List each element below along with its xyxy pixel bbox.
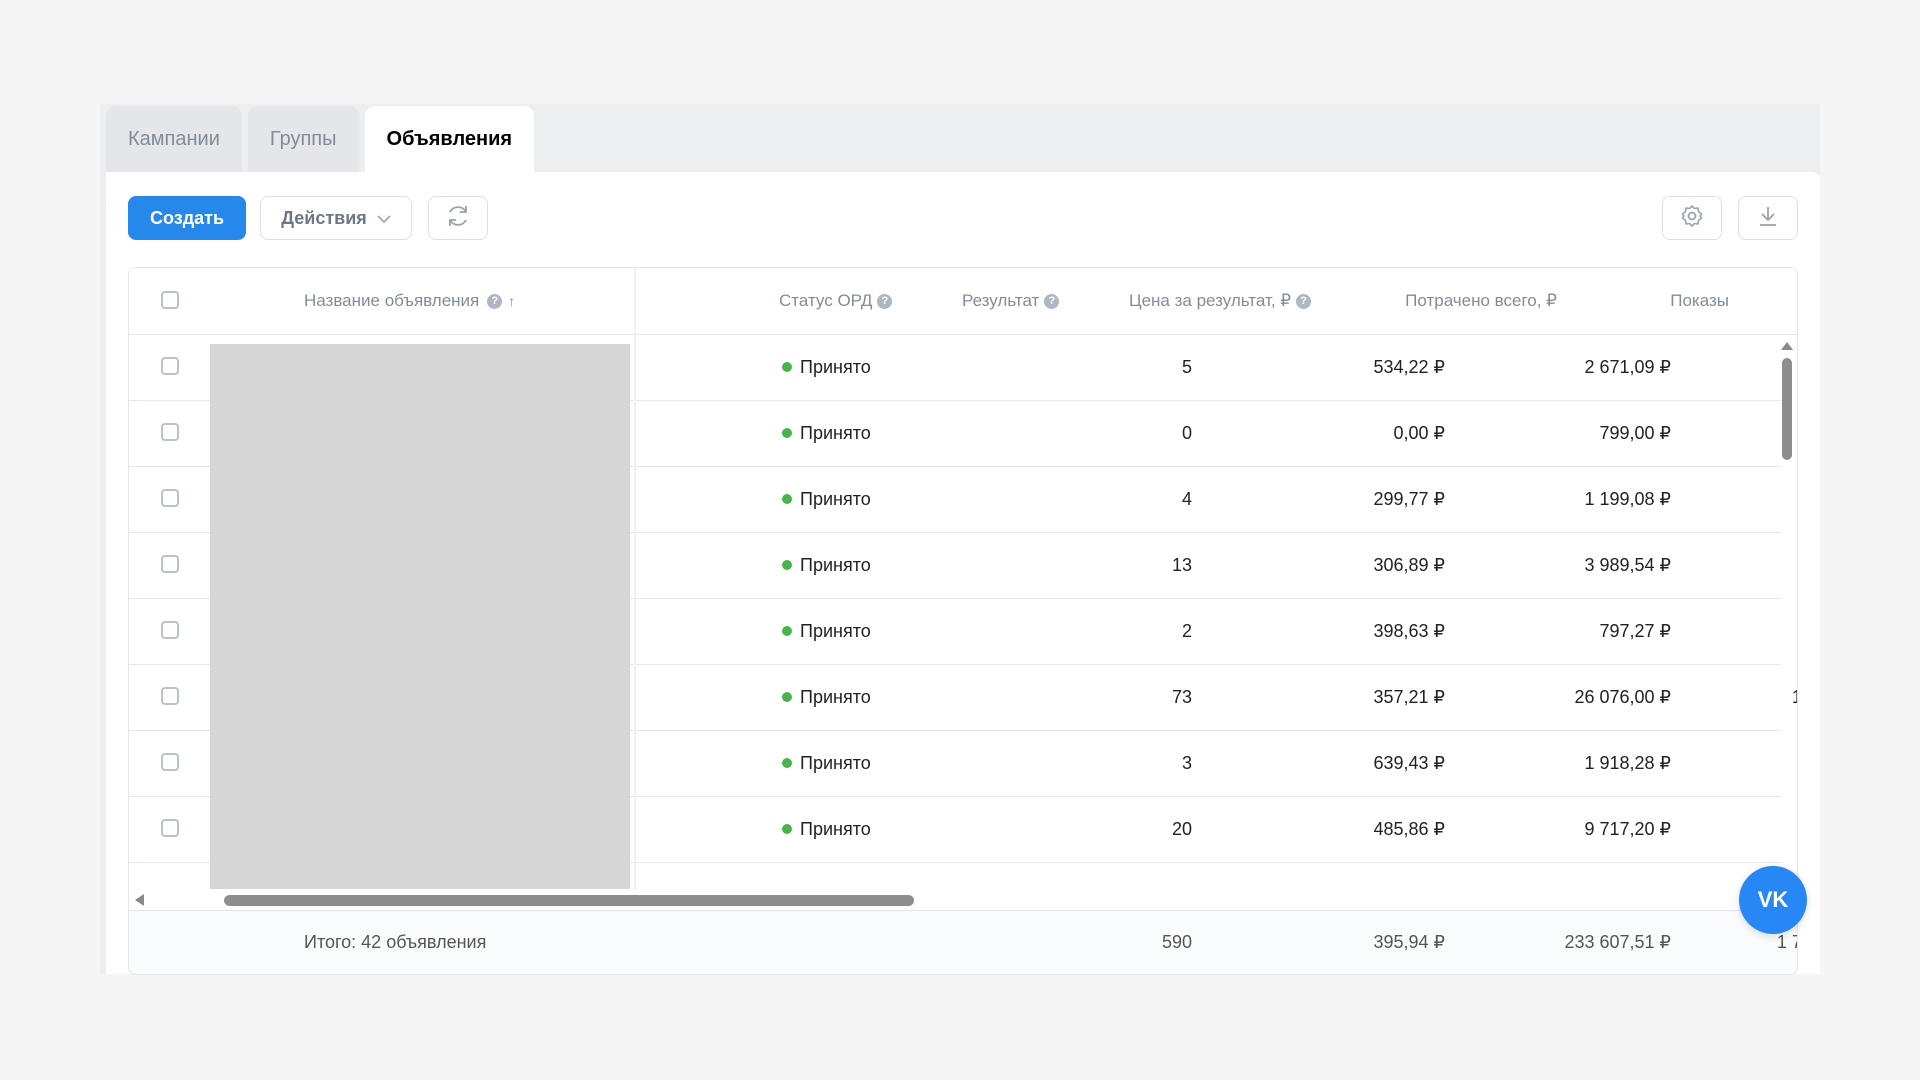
ord-status-cell: Принято <box>782 796 871 862</box>
gear-icon <box>1679 203 1705 234</box>
redacted-names-area <box>210 344 630 889</box>
tab-ads[interactable]: Объявления <box>364 106 535 172</box>
impressions-cell: 172 070 <box>1609 664 1797 730</box>
row-checkbox[interactable] <box>161 357 179 375</box>
row-checkbox[interactable] <box>161 489 179 507</box>
vertical-scrollbar[interactable] <box>1779 334 1793 890</box>
tab-groups[interactable]: Группы <box>247 106 359 172</box>
status-dot-icon <box>782 758 792 768</box>
status-dot-icon <box>782 824 792 834</box>
column-price-header[interactable]: Цена за результат, ₽ ? <box>1129 268 1312 334</box>
impressions-cell: 3 181 <box>1609 400 1797 466</box>
table-totals-row: Итого: 42 объявления 590 395,94 ₽ 233 60… <box>129 911 1797 974</box>
ord-status-cell: Принято <box>782 466 871 532</box>
download-button[interactable] <box>1738 196 1798 240</box>
ads-card: Создать Действия Название объявления ? ↑… <box>106 172 1820 975</box>
ord-status-cell: Принято <box>782 664 871 730</box>
sort-arrow-up-icon[interactable]: ↑ <box>508 293 515 309</box>
chevron-down-icon <box>377 208 391 229</box>
row-checkbox[interactable] <box>161 753 179 771</box>
ord-status-cell: Принято <box>782 598 871 664</box>
column-impressions-header[interactable]: Показы <box>1609 268 1729 334</box>
column-spent-label: Потрачено всего, ₽ <box>1405 291 1557 310</box>
ord-status-text: Принято <box>800 356 871 377</box>
help-icon[interactable]: ? <box>1296 293 1312 309</box>
impressions-cell: 4 497 <box>1609 598 1797 664</box>
ord-status-cell: Принято <box>782 730 871 796</box>
tabs-bar: Кампании Группы Объявления <box>106 106 535 174</box>
ord-status-text: Принято <box>800 422 871 443</box>
ord-status-text: Принято <box>800 488 871 509</box>
help-icon[interactable]: ? <box>487 293 503 309</box>
select-all-checkbox[interactable] <box>161 291 179 309</box>
refresh-icon <box>445 203 471 234</box>
impressions-cell: 29 936 <box>1609 532 1797 598</box>
horizontal-scrollbar[interactable] <box>129 890 1797 911</box>
ord-status-cell: Принято <box>782 400 871 466</box>
horizontal-scroll-thumb[interactable] <box>224 895 914 906</box>
scroll-up-arrow-icon[interactable] <box>1781 342 1793 350</box>
vk-logo-button[interactable]: VK <box>1739 866 1807 934</box>
sticky-column-divider <box>634 268 636 890</box>
status-dot-icon <box>782 428 792 438</box>
ads-panel: Кампании Группы Объявления Создать Дейст… <box>100 104 1820 975</box>
row-checkbox[interactable] <box>161 555 179 573</box>
row-checkbox[interactable] <box>161 423 179 441</box>
actions-dropdown[interactable]: Действия <box>260 196 412 240</box>
column-impressions-label: Показы <box>1670 291 1729 310</box>
ord-status-text: Принято <box>800 818 871 839</box>
column-name-label: Название объявления <box>304 291 480 310</box>
impressions-cell: 81 720 <box>1609 796 1797 862</box>
status-dot-icon <box>782 692 792 702</box>
actions-label: Действия <box>281 207 367 228</box>
ord-status-cell: Принято <box>782 334 871 400</box>
impressions-cell: 5 891 <box>1609 466 1797 532</box>
ord-status-cell: Принято <box>782 532 871 598</box>
status-dot-icon <box>782 560 792 570</box>
impressions-cell: 20 067 <box>1609 334 1797 400</box>
download-icon <box>1755 203 1781 234</box>
ord-status-text: Принято <box>800 554 871 575</box>
help-icon[interactable]: ? <box>1044 293 1060 309</box>
refresh-button[interactable] <box>428 196 488 240</box>
status-dot-icon <box>782 494 792 504</box>
ord-status-text: Принято <box>800 752 871 773</box>
row-checkbox[interactable] <box>161 621 179 639</box>
ord-status-text: Принято <box>800 620 871 641</box>
tab-campaigns[interactable]: Кампании <box>106 106 242 172</box>
column-name-header[interactable]: Название объявления ? ↑ <box>304 268 515 334</box>
column-price-label: Цена за результат, ₽ <box>1129 291 1292 310</box>
vk-logo-icon: VK <box>1757 887 1789 912</box>
scroll-left-arrow-icon[interactable] <box>135 894 144 906</box>
settings-button[interactable] <box>1662 196 1722 240</box>
status-dot-icon <box>782 362 792 372</box>
row-checkbox[interactable] <box>161 687 179 705</box>
row-checkbox[interactable] <box>161 819 179 837</box>
help-icon[interactable]: ? <box>877 293 893 309</box>
ads-table: Название объявления ? ↑ Статус ОРД ? Рез… <box>128 267 1798 975</box>
ord-status-text: Принято <box>800 686 871 707</box>
column-result-label: Результат <box>962 291 1040 310</box>
column-ord-status-header[interactable]: Статус ОРД ? <box>779 268 893 334</box>
vertical-scroll-thumb[interactable] <box>1782 358 1792 460</box>
column-ord-status-label: Статус ОРД <box>779 291 873 310</box>
status-dot-icon <box>782 626 792 636</box>
toolbar: Создать Действия <box>128 196 1798 242</box>
column-spent-header[interactable]: Потрачено всего, ₽ <box>1379 268 1557 334</box>
table-header: Название объявления ? ↑ Статус ОРД ? Рез… <box>129 268 1797 335</box>
create-button[interactable]: Создать <box>128 196 247 240</box>
totals-label: Итого: 42 объявления <box>304 932 487 952</box>
impressions-cell: 23 150 <box>1609 730 1797 796</box>
